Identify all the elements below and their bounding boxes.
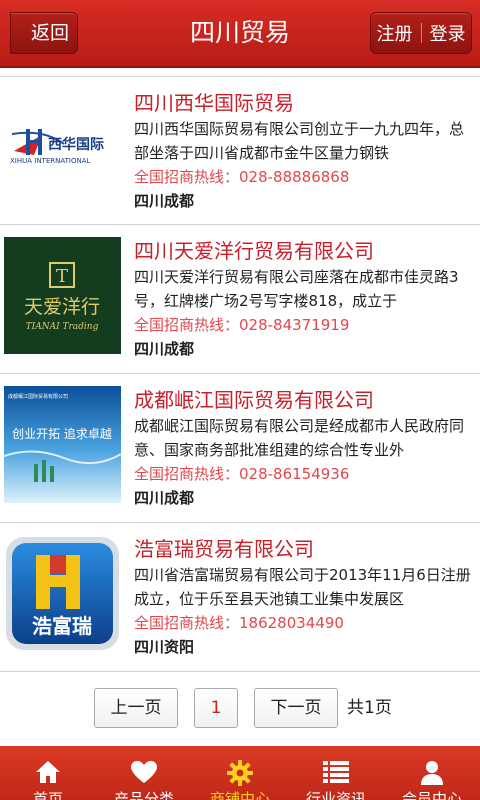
next-page-button[interactable]: 下一页 [254, 688, 338, 728]
company-description: 成都岷江国际贸易有限公司是经成都市人民政府同意、国家商务部批准组建的综合性专业外 [134, 417, 465, 459]
company-description: 四川天爱洋行贸易有限公司座落在成都市佳灵路3号，红牌楼广场2号写字楼818，成立… [134, 268, 459, 310]
gear-icon [227, 760, 253, 786]
back-button[interactable]: 返回 [10, 12, 78, 54]
company-location: 四川成都 [134, 340, 195, 358]
current-page-button[interactable]: 1 [194, 688, 238, 728]
company-description: 四川省浩富瑞贸易有限公司于2013年11月6日注册成立，位于乐至县天池镇工业集中… [134, 566, 471, 608]
nav-shop-center-label: 商铺中心 [209, 790, 270, 800]
total-pages: 共1页 [347, 698, 392, 718]
nav-categories-label: 产品分类 [113, 790, 174, 800]
nav-member-center[interactable]: 会员中心 [384, 746, 480, 800]
company-list-item[interactable]: 浩富瑞 浩富瑞贸易有限公司 四川省浩富瑞贸易有限公司于2013年11月6日注册成… [0, 523, 480, 672]
company-name[interactable]: 四川西华国际贸易 [134, 89, 474, 117]
home-icon [36, 761, 60, 783]
register-button[interactable]: 注册 [377, 20, 413, 46]
logo-subtext: 成都岷江国际贸易有限公司 [8, 393, 68, 400]
nav-member-center-label: 会员中心 [401, 790, 462, 800]
auth-box: 注册 登录 [370, 12, 472, 54]
company-logo: T 天爱洋行 TIANAI Trading [4, 237, 121, 354]
company-location: 四川资阳 [134, 638, 195, 656]
company-hotline: 全国招商热线：028-84371919 [134, 316, 350, 334]
company-hotline: 全国招商热线：18628034490 [134, 614, 344, 632]
company-list-item[interactable]: T 天爱洋行 TIANAI Trading 四川天爱洋行贸易有限公司 四川天爱洋… [0, 225, 480, 374]
company-list-item[interactable]: 成都岷江国际贸易有限公司 创业开拓 追求卓越 成都岷江国际贸易有限公司 成都岷江… [0, 374, 480, 523]
page-title: 四川贸易 [189, 18, 290, 47]
company-logo: 浩富瑞 [4, 535, 121, 652]
heart-icon [131, 761, 157, 783]
company-list: 西华国际 XIHUA INTERNATIONAL 四川西华国际贸易 四川西华国际… [0, 76, 480, 672]
bottom-nav: 首页 产品分类 商铺中心 行业资讯 会员中心 [0, 746, 480, 800]
auth-divider [420, 23, 422, 43]
logo-subtext: XIHUA INTERNATIONAL [10, 157, 90, 165]
nav-categories[interactable]: 产品分类 [96, 746, 192, 800]
prev-page-button[interactable]: 上一页 [94, 688, 178, 728]
nav-home-label: 首页 [32, 790, 63, 800]
nav-shop-center[interactable]: 商铺中心 [192, 746, 288, 800]
top-bar: 返回 四川贸易 注册 登录 [0, 0, 480, 68]
company-list-item[interactable]: 西华国际 XIHUA INTERNATIONAL 四川西华国际贸易 四川西华国际… [0, 76, 480, 225]
company-name[interactable]: 成都岷江国际贸易有限公司 [134, 386, 474, 414]
login-button[interactable]: 登录 [430, 20, 466, 46]
logo-mark: T [56, 266, 68, 287]
logo-text: 创业开拓 追求卓越 [12, 426, 112, 441]
back-button-label: 返回 [31, 22, 70, 44]
nav-industry-news[interactable]: 行业资讯 [288, 746, 384, 800]
company-name[interactable]: 浩富瑞贸易有限公司 [134, 535, 474, 563]
logo-text: 天爱洋行 [24, 296, 100, 318]
pagination: 上一页 1 下一页 共1页 [0, 688, 480, 728]
company-description: 四川西华国际贸易有限公司创立于一九九四年，总部坐落于四川省成都市金牛区量力钢铁 [134, 120, 465, 162]
logo-text: 西华国际 [48, 136, 104, 153]
company-location: 四川成都 [134, 489, 195, 507]
user-icon [421, 761, 443, 785]
list-icon [323, 761, 349, 783]
company-location: 四川成都 [134, 192, 195, 210]
company-logo: 成都岷江国际贸易有限公司 创业开拓 追求卓越 [4, 386, 121, 503]
nav-industry-news-label: 行业资讯 [305, 790, 366, 800]
logo-subtext: TIANAI Trading [26, 322, 99, 332]
logo-text: 浩富瑞 [32, 614, 92, 638]
nav-home[interactable]: 首页 [0, 746, 96, 800]
company-logo: 西华国际 XIHUA INTERNATIONAL [4, 89, 121, 206]
company-hotline: 全国招商热线：028-88886868 [134, 168, 350, 186]
company-name[interactable]: 四川天爱洋行贸易有限公司 [134, 237, 474, 265]
company-hotline: 全国招商热线：028-86154936 [134, 465, 350, 483]
